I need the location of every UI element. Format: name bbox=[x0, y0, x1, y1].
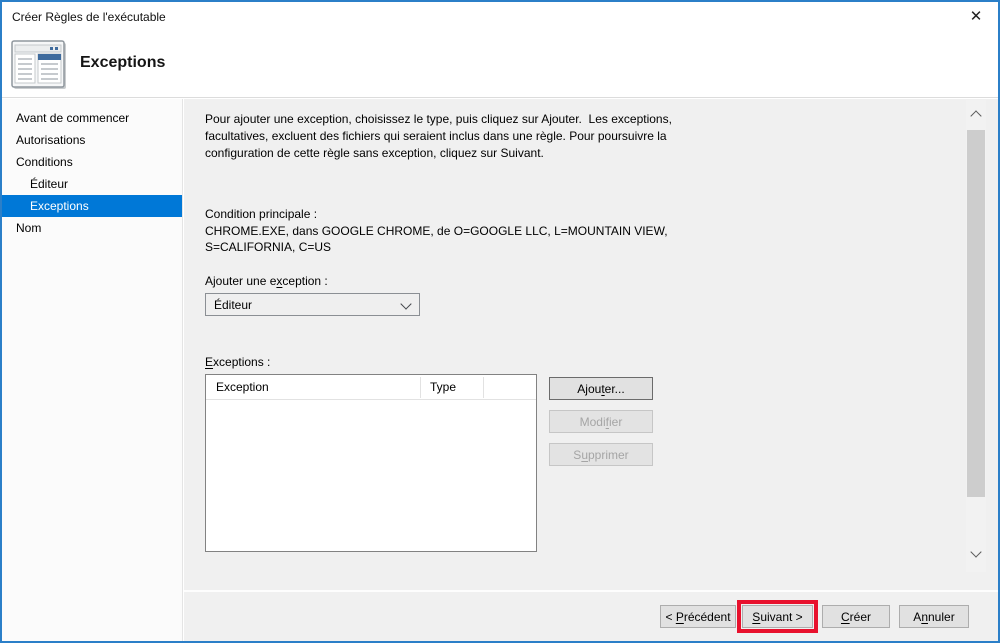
sidebar-item-avant-de-commencer[interactable]: Avant de commencer bbox=[2, 107, 182, 129]
intro-text: Pour ajouter une exception, choisissez l… bbox=[205, 111, 717, 162]
delete-button[interactable]: Supprimer bbox=[549, 443, 653, 466]
column-divider bbox=[420, 377, 421, 398]
wizard-window: Créer Règles de l'exécutable ✕ bbox=[0, 0, 1000, 643]
scrollbar-thumb[interactable] bbox=[967, 130, 985, 497]
exceptions-list-label: Exceptions : bbox=[205, 355, 270, 369]
scrollbar-down-icon[interactable] bbox=[970, 546, 981, 557]
footer-button-bar: < Précédent Suivant > Créer Annuler bbox=[184, 592, 998, 643]
modify-button[interactable]: Modifier bbox=[549, 410, 653, 433]
window-title: Créer Règles de l'exécutable bbox=[12, 10, 166, 24]
next-button[interactable]: Suivant > bbox=[742, 605, 813, 628]
vertical-scrollbar[interactable] bbox=[966, 100, 986, 572]
title-bar: Créer Règles de l'exécutable ✕ bbox=[2, 2, 998, 32]
exceptions-list-header: Exception Type bbox=[206, 375, 536, 400]
column-divider bbox=[483, 377, 484, 398]
add-exception-label: Ajouter une exception : bbox=[205, 274, 328, 288]
exceptions-list[interactable]: Exception Type bbox=[205, 374, 537, 552]
sidebar-item-editeur[interactable]: Éditeur bbox=[2, 173, 182, 195]
exception-type-select[interactable]: Éditeur bbox=[205, 293, 420, 316]
page-title: Exceptions bbox=[80, 54, 165, 72]
wizard-window-icon bbox=[11, 40, 67, 93]
next-button-highlight: Suivant > bbox=[737, 600, 818, 633]
chevron-down-icon bbox=[400, 298, 411, 309]
sidebar-item-exceptions[interactable]: Exceptions bbox=[2, 195, 182, 217]
cancel-button[interactable]: Annuler bbox=[899, 605, 969, 628]
close-icon[interactable]: ✕ bbox=[964, 6, 988, 28]
main-panel: Pour ajouter une exception, choisissez l… bbox=[184, 99, 998, 590]
sidebar-item-conditions[interactable]: Conditions bbox=[2, 151, 182, 173]
sidebar-item-autorisations[interactable]: Autorisations bbox=[2, 129, 182, 151]
column-header-type[interactable]: Type bbox=[430, 380, 456, 394]
add-button[interactable]: Ajouter... bbox=[549, 377, 653, 400]
previous-button[interactable]: < Précédent bbox=[660, 605, 736, 628]
wizard-steps-sidebar: Avant de commencer Autorisations Conditi… bbox=[2, 99, 183, 643]
wizard-header: Exceptions bbox=[2, 32, 998, 98]
sidebar-item-nom[interactable]: Nom bbox=[2, 217, 182, 239]
scrollbar-up-icon[interactable] bbox=[970, 110, 981, 121]
condition-label: Condition principale : bbox=[205, 207, 317, 221]
column-header-exception[interactable]: Exception bbox=[216, 380, 269, 394]
condition-value: CHROME.EXE, dans GOOGLE CHROME, de O=GOO… bbox=[205, 223, 695, 255]
exception-type-selected-value: Éditeur bbox=[214, 298, 252, 312]
create-button[interactable]: Créer bbox=[822, 605, 890, 628]
